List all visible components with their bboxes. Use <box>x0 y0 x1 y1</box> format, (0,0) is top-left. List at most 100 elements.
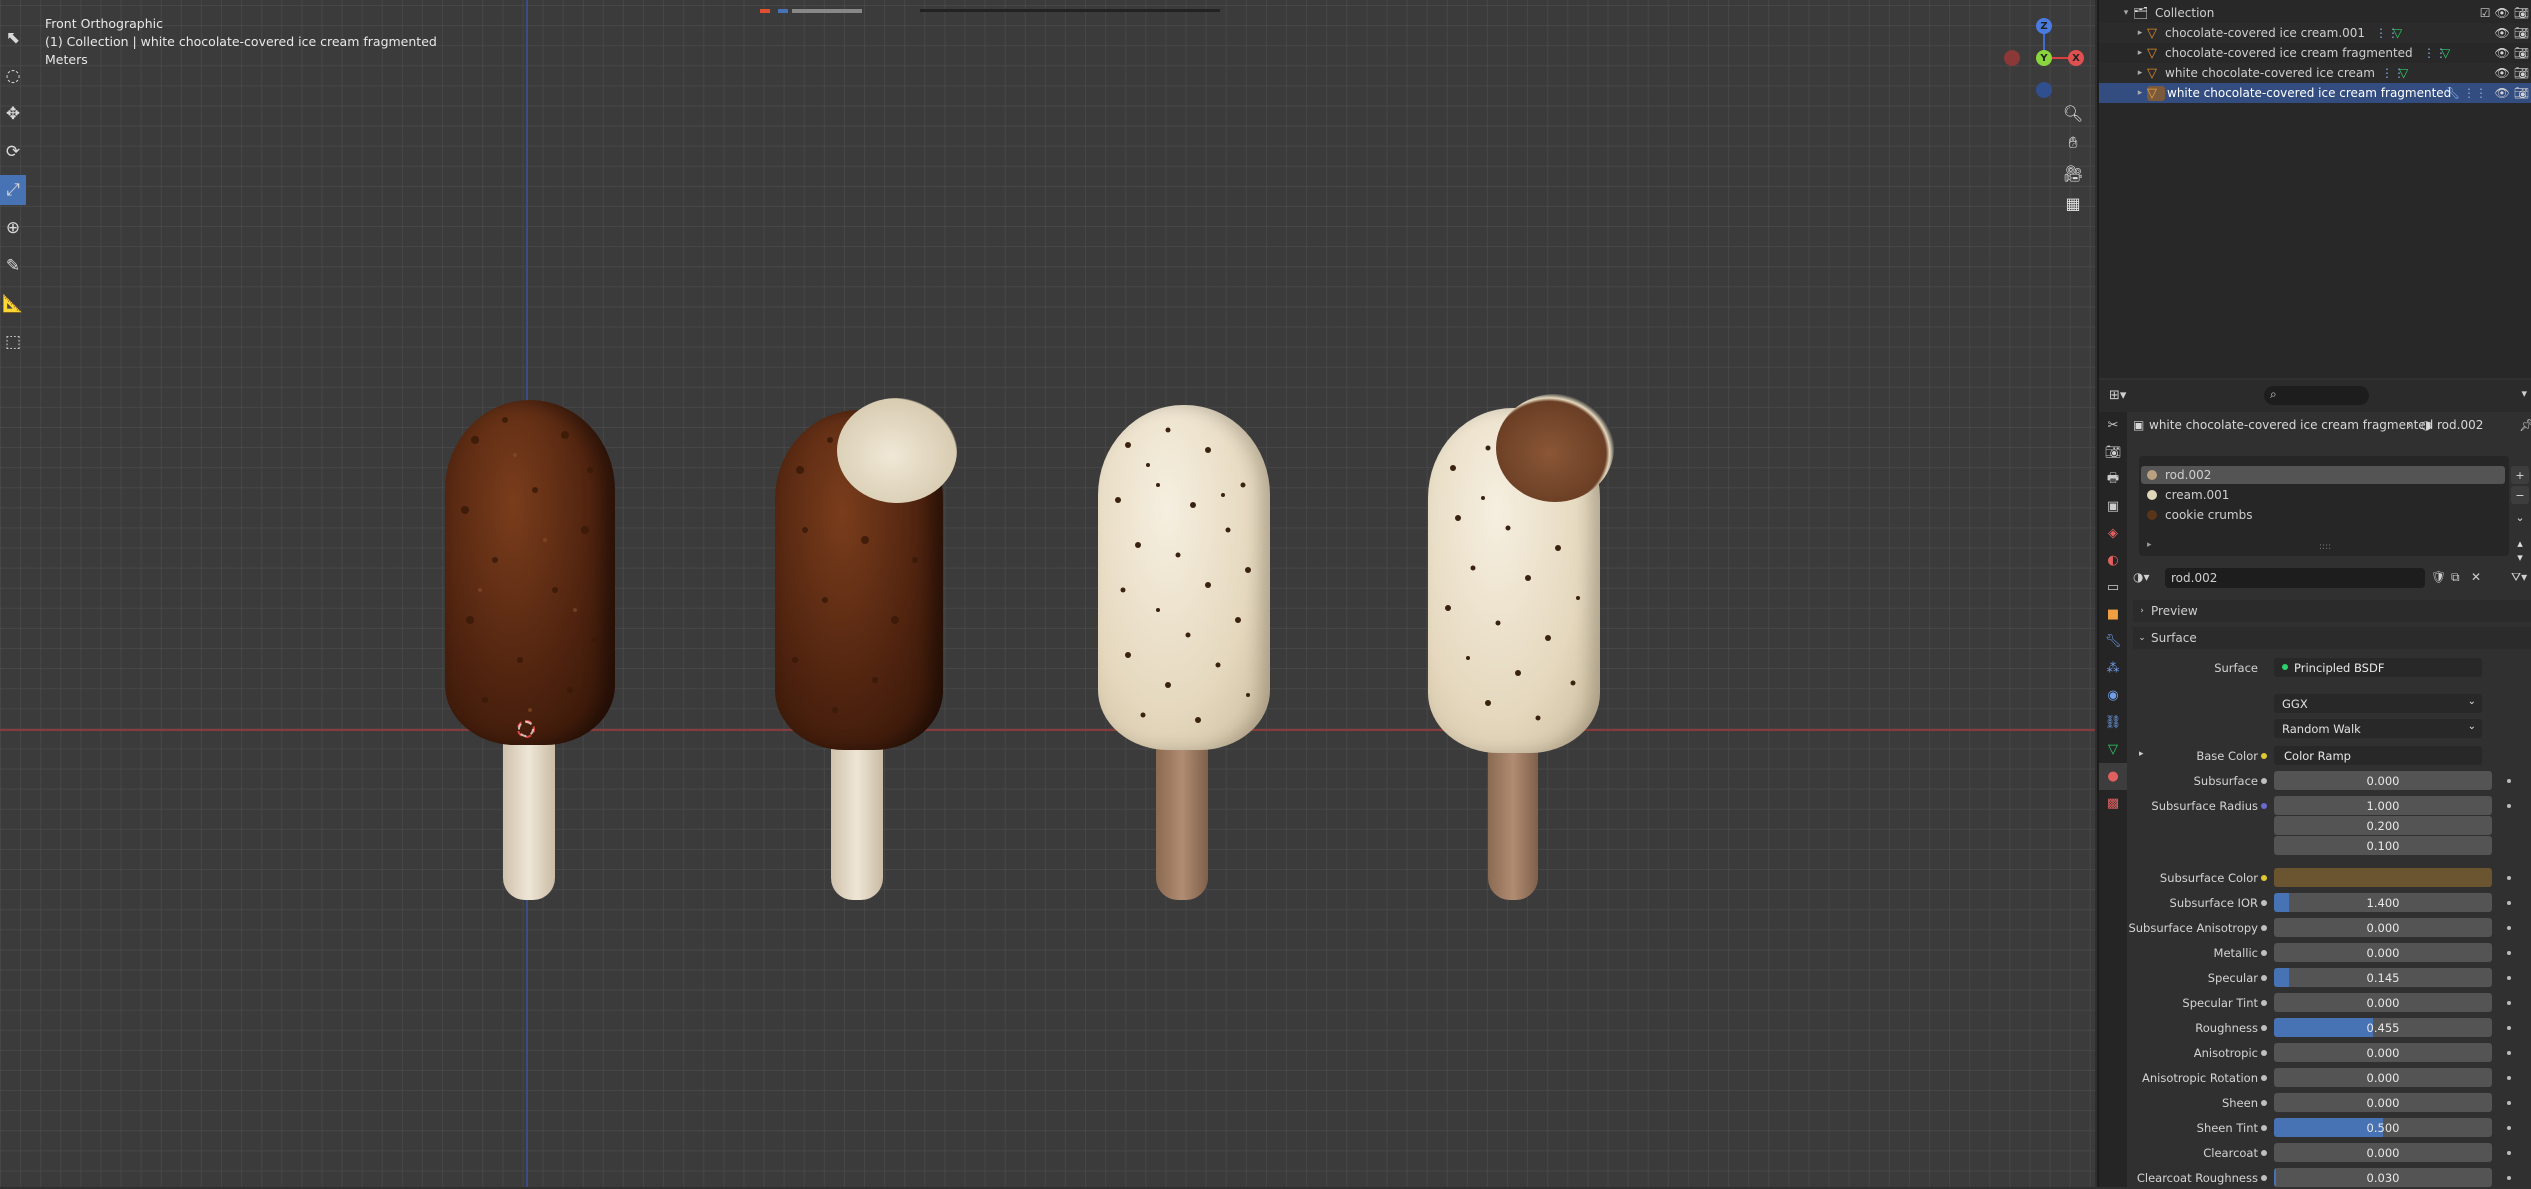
value-slider[interactable]: 0.500 <box>2274 1118 2492 1137</box>
panel-options-icon[interactable]: ▾ <box>2521 387 2527 400</box>
camera-icon[interactable]: 🎥︎ <box>2060 160 2086 186</box>
material-slot[interactable]: cream.001 <box>2141 486 2505 504</box>
camera-render-icon[interactable]: 📷︎ <box>2514 66 2529 80</box>
keyframe-dot-icon[interactable] <box>2507 1026 2511 1030</box>
wrench-modifier-icon[interactable]: 🔧︎ <box>2445 86 2460 100</box>
value-slider[interactable]: 0.000 <box>2274 918 2492 937</box>
expand-triangle-icon[interactable]: ▸ <box>2133 68 2147 78</box>
z-axis-ball[interactable]: Z <box>2036 18 2052 34</box>
value-slider[interactable]: 0.030 <box>2274 1168 2492 1187</box>
material-tab-icon[interactable]: ● <box>2099 763 2127 790</box>
keyframe-dot-icon[interactable] <box>2507 779 2511 783</box>
outliner-item-active[interactable]: ▸ ▽ white chocolate-covered ice cream fr… <box>2099 83 2531 103</box>
material-slot-list[interactable]: rod.002 cream.001 cookie crumbs :::: ▸ <box>2139 456 2509 556</box>
param-row[interactable]: Anisotropic Rotation 0.000 <box>2129 1067 2531 1089</box>
surface-shader-row[interactable]: Surface Principled BSDF <box>2129 657 2531 679</box>
camera-render-icon[interactable]: 📷︎ <box>2514 46 2529 60</box>
resize-handle-icon[interactable]: :::: <box>2319 542 2331 552</box>
texture-tab-icon[interactable]: ▩ <box>2099 790 2127 817</box>
pin-icon[interactable]: 📌︎ <box>2519 418 2531 432</box>
mesh-data-icon[interactable]: ▽ <box>2399 66 2408 80</box>
unlink-icon[interactable]: ✕ <box>2471 570 2481 584</box>
material-name-field[interactable]: rod.002 <box>2165 568 2425 588</box>
keyframe-dot-icon[interactable] <box>2507 1101 2511 1105</box>
popsicle-chocolate[interactable] <box>445 400 615 900</box>
keyframe-dot-icon[interactable] <box>2507 951 2511 955</box>
mesh-data-icon[interactable]: ▽ <box>2393 26 2402 40</box>
collapse-triangle-icon[interactable]: ▾ <box>2119 8 2133 18</box>
mesh-data-icon[interactable]: ▽ <box>2441 46 2450 60</box>
render-tab-icon[interactable]: 📷︎ <box>2099 439 2127 466</box>
constraints-tab-icon[interactable]: ⛓ <box>2099 709 2127 736</box>
eye-icon[interactable]: 👁︎ <box>2495 66 2510 80</box>
y-axis-ball[interactable]: Y <box>2036 50 2052 66</box>
value-slider[interactable]: 0.000 <box>2274 1043 2492 1062</box>
world-tab-icon[interactable]: ◐ <box>2099 547 2127 574</box>
param-row[interactable]: Sheen Tint 0.500 <box>2129 1117 2531 1139</box>
camera-render-icon[interactable]: 📷︎ <box>2514 6 2529 20</box>
view-layer-tab-icon[interactable]: ▣ <box>2099 493 2127 520</box>
base-color-field[interactable]: Color Ramp <box>2274 746 2482 765</box>
value-slider[interactable]: 0.000 <box>2274 1093 2492 1112</box>
move-tool-icon[interactable]: ✥ <box>0 99 26 129</box>
param-row[interactable]: Metallic 0.000 <box>2129 942 2531 964</box>
eye-icon[interactable]: 👁︎ <box>2495 26 2510 40</box>
param-row[interactable]: Clearcoat 0.000 <box>2129 1142 2531 1164</box>
add-cube-tool-icon[interactable]: ⬚ <box>0 327 26 357</box>
value-slider[interactable]: 0.000 <box>2274 943 2492 962</box>
filter-icon[interactable]: ⛛▾ <box>2511 570 2527 585</box>
color-swatch[interactable] <box>2274 868 2492 887</box>
value-slider[interactable]: 0.000 <box>2274 771 2492 790</box>
surface-panel-header[interactable]: ⌄ Surface <box>2133 627 2531 649</box>
measure-tool-icon[interactable]: 📐 <box>0 289 26 319</box>
annotate-tool-icon[interactable]: ✎ <box>0 251 26 281</box>
keyframe-dot-icon[interactable] <box>2507 804 2511 808</box>
scene-tab-icon[interactable]: ◈ <box>2099 520 2127 547</box>
value-slider[interactable]: 0.000 <box>2274 1143 2492 1162</box>
camera-render-icon[interactable]: 📷︎ <box>2514 86 2529 100</box>
radius-x-field[interactable]: 1.000 <box>2274 796 2492 815</box>
outliner-item[interactable]: ▸ ▽ chocolate-covered ice cream.001 ⋮⋮ ▽… <box>2099 23 2531 43</box>
modifier-tab-icon[interactable]: 🔧︎ <box>2099 628 2127 655</box>
expand-triangle-icon[interactable]: ▸ <box>2147 540 2152 550</box>
modifier-icon[interactable]: ⋮⋮ <box>2463 86 2487 100</box>
keyframe-dot-icon[interactable] <box>2507 1176 2511 1180</box>
x-axis-ball[interactable]: X <box>2068 50 2084 66</box>
grid-ortho-icon[interactable]: ▦ <box>2060 190 2086 216</box>
material-slot[interactable]: cookie crumbs <box>2141 506 2505 524</box>
fake-user-icon[interactable]: 🛡︎ <box>2431 570 2446 584</box>
neg-z-axis-ball[interactable] <box>2036 82 2052 98</box>
properties-search[interactable]: ⌕ <box>2264 386 2369 405</box>
slot-specials-icon[interactable]: ⌄ <box>2511 508 2529 526</box>
param-row[interactable]: Sheen 0.000 <box>2129 1092 2531 1114</box>
neg-x-axis-ball[interactable] <box>2004 50 2020 66</box>
subsurface-method-dropdown[interactable]: Random Walk ⌄ <box>2274 719 2482 738</box>
editor-type-icon[interactable]: ⊞▾ <box>2109 388 2126 403</box>
eye-icon[interactable]: 👁︎ <box>2495 6 2510 20</box>
transform-tool-icon[interactable]: ⊕ <box>0 213 26 243</box>
particles-tab-icon[interactable]: ⁂ <box>2099 655 2127 682</box>
keyframe-dot-icon[interactable] <box>2507 976 2511 980</box>
remove-slot-button[interactable]: − <box>2511 486 2529 504</box>
expand-triangle-icon[interactable]: ▸ <box>2139 749 2144 759</box>
radius-z-field[interactable]: 0.100 <box>2274 836 2492 855</box>
scale-tool-icon[interactable]: ⤢ <box>0 175 26 205</box>
popsicle-white-chocolate-fragmented[interactable] <box>1428 394 1614 900</box>
value-slider[interactable]: 0.000 <box>2274 993 2492 1012</box>
outliner-item[interactable]: ▸ ▽ chocolate-covered ice cream fragment… <box>2099 43 2531 63</box>
navigation-gizmo[interactable]: Z Y X <box>2000 18 2090 108</box>
keyframe-dot-icon[interactable] <box>2507 1076 2511 1080</box>
value-slider[interactable]: 1.400 <box>2274 893 2492 912</box>
outliner-item[interactable]: ▸ ▽ white chocolate-covered ice cream ⋮⋮… <box>2099 63 2531 83</box>
param-row[interactable]: Specular Tint 0.000 <box>2129 992 2531 1014</box>
value-slider[interactable]: 0.000 <box>2274 1068 2492 1087</box>
eye-icon[interactable]: 👁︎ <box>2495 46 2510 60</box>
subsurface-color-row[interactable]: Subsurface Color <box>2129 867 2531 889</box>
param-row[interactable]: Roughness 0.455 <box>2129 1017 2531 1039</box>
tool-tab-icon[interactable]: ✂ <box>2099 412 2127 439</box>
object-tab-icon[interactable]: ■ <box>2099 601 2127 628</box>
material-slot[interactable]: rod.002 <box>2141 466 2505 484</box>
expand-triangle-icon[interactable]: ▸ <box>2133 48 2147 58</box>
keyframe-dot-icon[interactable] <box>2507 926 2511 930</box>
keyframe-dot-icon[interactable] <box>2507 876 2511 880</box>
